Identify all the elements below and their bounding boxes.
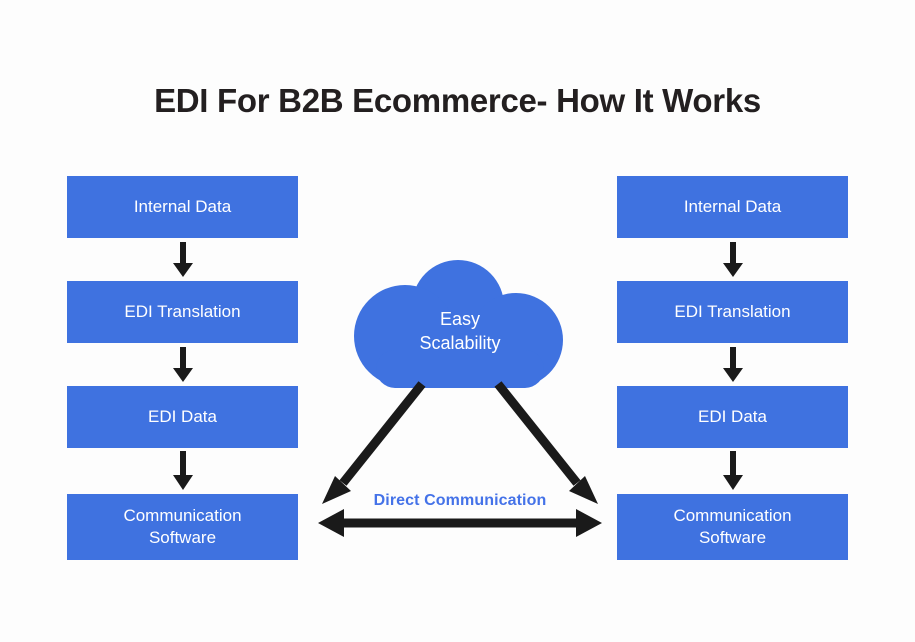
flow-connector-right-3 (617, 448, 848, 494)
flow-connector-right-2 (617, 343, 848, 386)
flow-box-internal-data-right[interactable]: Internal Data (617, 176, 848, 238)
flow-connector-left-1 (67, 238, 298, 281)
down-arrow-icon (722, 346, 743, 382)
down-arrow-icon (172, 241, 193, 277)
flow-box-label-line2: Software (148, 528, 217, 547)
right-partner-flow: Internal Data EDI Translation EDI Data C… (617, 176, 848, 560)
flow-box-label-line2: Software (698, 528, 767, 547)
down-arrow-icon (172, 346, 193, 382)
flow-box-label: EDI Translation (124, 302, 241, 322)
flow-box-edi-data-left[interactable]: EDI Data (67, 386, 298, 448)
diagram-canvas: EDI For B2B Ecommerce- How It Works Inte… (0, 0, 915, 642)
flow-box-label: Internal Data (133, 197, 232, 217)
flow-box-label: Communication Software (123, 505, 241, 549)
page-title: EDI For B2B Ecommerce- How It Works (154, 82, 761, 119)
flow-box-label: EDI Translation (674, 302, 791, 322)
down-arrow-icon (722, 451, 743, 490)
flow-box-label-line1: Communication (123, 506, 242, 526)
cloud-label: Easy Scalability (348, 308, 572, 356)
diagonal-arrow-down-right-icon (494, 381, 598, 504)
flow-connector-left-2 (67, 343, 298, 386)
flow-box-label-line1: Communication (673, 506, 792, 526)
flow-box-communication-software-left[interactable]: Communication Software (67, 494, 298, 560)
direct-communication-label: Direct Communication (373, 492, 547, 509)
left-partner-flow: Internal Data EDI Translation EDI Data C… (67, 176, 298, 560)
flow-box-communication-software-right[interactable]: Communication Software (617, 494, 848, 560)
down-arrow-icon (172, 451, 193, 490)
flow-box-label: EDI Data (698, 407, 767, 427)
flow-box-label: Communication Software (673, 505, 791, 549)
flow-box-edi-translation-right[interactable]: EDI Translation (617, 281, 848, 343)
flow-connector-right-1 (617, 238, 848, 281)
flow-box-edi-data-right[interactable]: EDI Data (617, 386, 848, 448)
cloud-label-line1: Easy (439, 309, 481, 329)
flow-box-internal-data-left[interactable]: Internal Data (67, 176, 298, 238)
flow-box-label: EDI Data (148, 407, 217, 427)
down-arrow-icon (722, 241, 743, 277)
double-headed-horizontal-arrow-icon (318, 509, 602, 537)
flow-box-label: Internal Data (683, 197, 782, 217)
center-connector-arrows (318, 381, 602, 537)
diagonal-arrow-down-left-icon (322, 381, 426, 504)
flow-box-edi-translation-left[interactable]: EDI Translation (67, 281, 298, 343)
cloud-label-line2: Scalability (419, 332, 501, 353)
flow-connector-left-3 (67, 448, 298, 494)
